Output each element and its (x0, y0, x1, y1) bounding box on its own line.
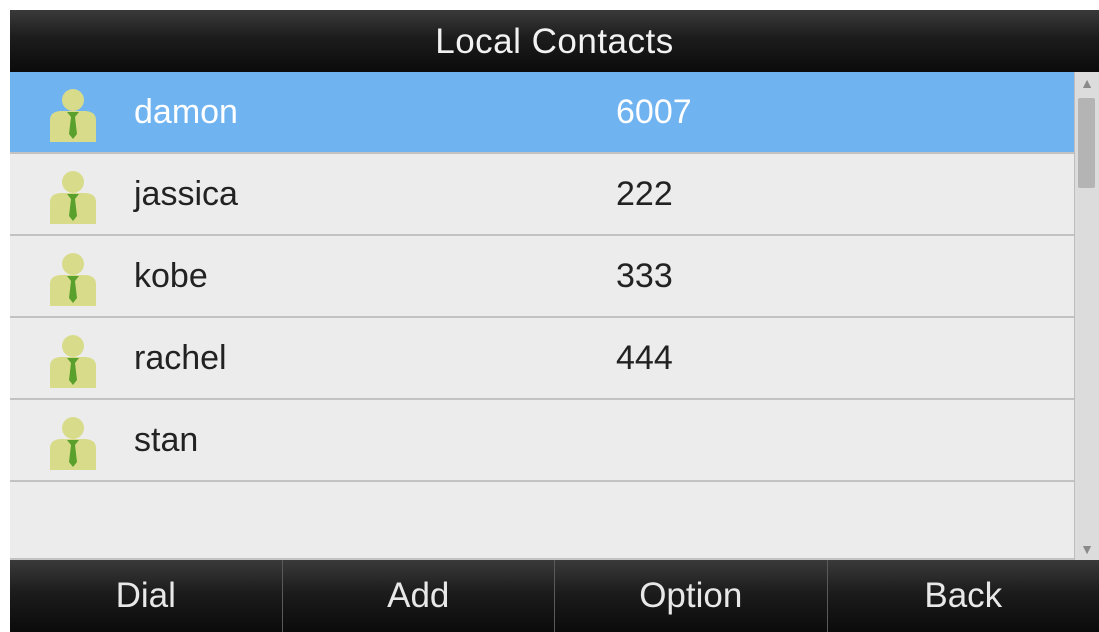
contact-row-rachel[interactable]: rachel 444 (10, 318, 1074, 400)
contact-name: rachel (134, 339, 227, 377)
contact-number: 444 (616, 339, 673, 377)
contact-person-icon (50, 171, 96, 224)
contact-name: kobe (134, 257, 208, 295)
contact-person-icon (50, 89, 96, 142)
back-button[interactable]: Back (828, 560, 1099, 632)
contact-row-jassica[interactable]: jassica 222 (10, 154, 1074, 236)
option-button[interactable]: Option (555, 560, 828, 632)
contact-list-scrollbar[interactable]: ▲ ▼ (1074, 72, 1099, 560)
empty-list-row (10, 482, 1074, 560)
contact-person-icon (50, 335, 96, 388)
contact-number: 222 (616, 175, 673, 213)
contact-row-kobe[interactable]: kobe 333 (10, 236, 1074, 318)
contact-number: 333 (616, 257, 673, 295)
contact-person-icon (50, 417, 96, 470)
contact-list: damon 6007 jassica 222 kobe 333 rachel 4… (10, 72, 1074, 560)
add-button[interactable]: Add (283, 560, 555, 632)
scroll-up-arrow-icon[interactable]: ▲ (1075, 72, 1099, 94)
title-bar: Local Contacts (10, 10, 1099, 72)
contact-row-damon[interactable]: damon 6007 (10, 72, 1074, 154)
scroll-down-arrow-icon[interactable]: ▼ (1075, 538, 1099, 560)
contact-person-icon (50, 253, 96, 306)
contact-number: 6007 (616, 93, 692, 131)
phone-screen: Local Contacts damon 6007 jassica 222 ko… (10, 10, 1099, 632)
contact-name: jassica (134, 175, 238, 213)
dial-button[interactable]: Dial (10, 560, 283, 632)
contact-name: damon (134, 93, 238, 131)
contact-row-stan[interactable]: stan (10, 400, 1074, 482)
scroll-thumb[interactable] (1078, 98, 1095, 188)
contact-name: stan (134, 421, 199, 459)
softkey-bar: Dial Add Option Back (10, 560, 1099, 632)
page-title: Local Contacts (435, 22, 674, 61)
